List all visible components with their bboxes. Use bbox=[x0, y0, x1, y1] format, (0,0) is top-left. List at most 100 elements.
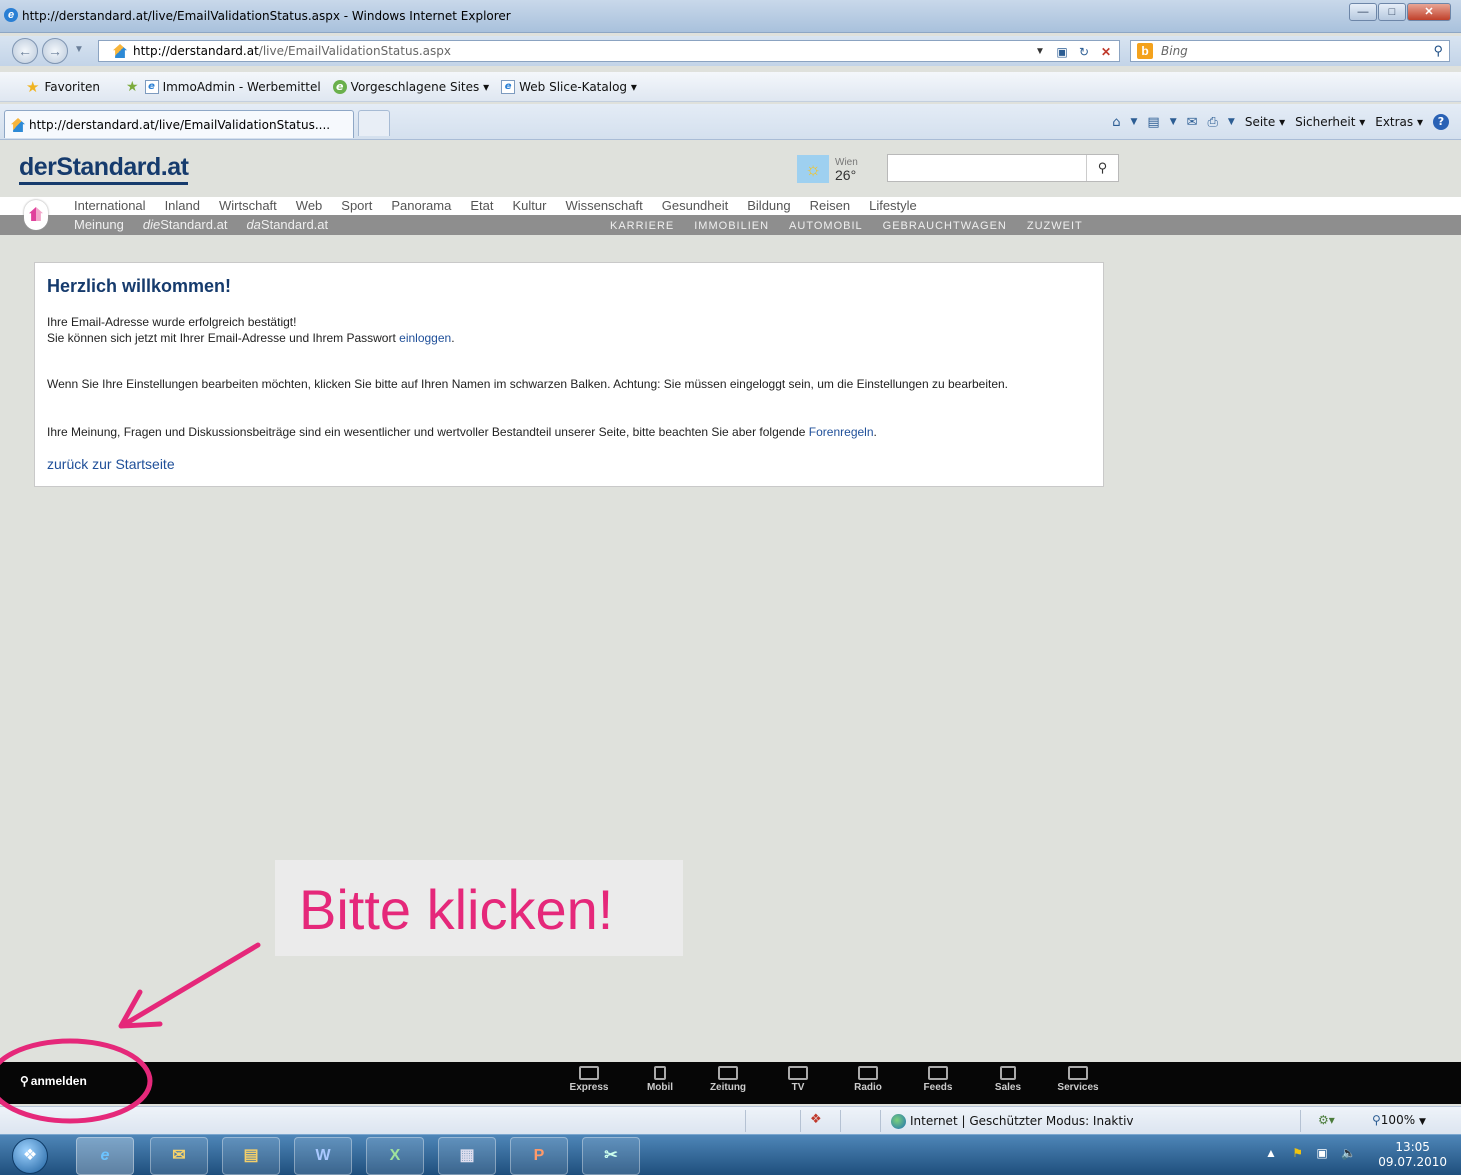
history-dropdown-icon[interactable]: ▼ bbox=[74, 44, 84, 55]
internet-zone-icon bbox=[891, 1114, 906, 1129]
bing-search-box[interactable]: b Bing ⚲ bbox=[1130, 40, 1450, 62]
feeds-icon[interactable]: ▤ bbox=[1147, 115, 1159, 130]
back-to-home-link[interactable]: zurück zur Startseite bbox=[47, 456, 175, 472]
taskbar-snipping-tool[interactable]: ✂ bbox=[582, 1137, 640, 1175]
favorite-item-immoadmin[interactable]: e ImmoAdmin - Werbemittel bbox=[144, 79, 321, 94]
forum-rules-hint: Ihre Meinung, Fragen und Diskussionsbeit… bbox=[47, 425, 877, 439]
nav-web[interactable]: Web bbox=[296, 198, 323, 213]
mail-icon[interactable]: ✉ bbox=[1187, 115, 1198, 130]
nav-meinung[interactable]: Meinung bbox=[74, 217, 124, 232]
address-row: ← → ▼ http://derstandard.at/live/EmailVa… bbox=[0, 36, 1461, 66]
taskbar-excel[interactable]: X bbox=[366, 1137, 424, 1175]
nav-wissenschaft[interactable]: Wissenschaft bbox=[565, 198, 642, 213]
nav-lifestyle[interactable]: Lifestyle bbox=[869, 198, 917, 213]
home-dropdown-icon[interactable]: ▼ bbox=[1130, 117, 1137, 127]
address-dropdown-icon[interactable]: ▼ bbox=[1031, 43, 1049, 61]
site-favicon-icon bbox=[113, 44, 127, 58]
status-divider bbox=[745, 1110, 746, 1132]
minimize-button[interactable]: — bbox=[1349, 3, 1377, 21]
add-favorite-icon[interactable]: ★ bbox=[126, 79, 139, 95]
taskbar-outlook[interactable]: ✉ bbox=[150, 1137, 208, 1175]
favorites-star-icon: ★ bbox=[26, 77, 40, 96]
nav-karriere[interactable]: KARRIERE bbox=[610, 220, 674, 232]
popup-blocker-icon[interactable]: ❖ bbox=[810, 1112, 822, 1127]
nav-zuzweit[interactable]: ZUZWEIT bbox=[1027, 220, 1083, 232]
print-dropdown-icon[interactable]: ▼ bbox=[1228, 117, 1235, 127]
action-center-icon[interactable]: ⚑ bbox=[1292, 1146, 1303, 1160]
nav-automobil[interactable]: AUTOMOBIL bbox=[789, 220, 863, 232]
bottom-item-tv[interactable]: TV bbox=[771, 1066, 825, 1093]
tab-derstandard[interactable]: http://derstandard.at/live/EmailValidati… bbox=[4, 110, 354, 138]
taskbar-word[interactable]: W bbox=[294, 1137, 352, 1175]
nav-panorama[interactable]: Panorama bbox=[391, 198, 451, 213]
favorite-item-suggested-sites[interactable]: e Vorgeschlagene Sites ▾ bbox=[332, 79, 489, 94]
bottom-item-zeitung[interactable]: Zeitung bbox=[701, 1066, 755, 1093]
feeds-dropdown-icon[interactable]: ▼ bbox=[1170, 117, 1177, 127]
refresh-icon[interactable]: ↻ bbox=[1075, 43, 1093, 61]
bottom-item-express[interactable]: Express bbox=[562, 1066, 616, 1093]
network-icon[interactable]: ▣ bbox=[1316, 1146, 1327, 1160]
search-icon: ⚲ bbox=[1097, 160, 1108, 175]
nav-diestandard[interactable]: dieStandard.at bbox=[143, 217, 228, 232]
bottom-item-radio[interactable]: Radio bbox=[841, 1066, 895, 1093]
address-bar[interactable]: http://derstandard.at/live/EmailValidati… bbox=[98, 40, 1120, 62]
start-button[interactable]: ❖ bbox=[12, 1138, 48, 1174]
forum-rules-link[interactable]: Forenregeln bbox=[809, 425, 874, 439]
login-link[interactable]: einloggen bbox=[399, 331, 451, 345]
close-window-button[interactable]: ✕ bbox=[1407, 3, 1451, 21]
taskbar-calculator[interactable]: ▦ bbox=[438, 1137, 496, 1175]
home-icon[interactable]: ⌂ bbox=[1112, 115, 1120, 130]
site-search-input[interactable]: ⚲ bbox=[887, 154, 1119, 182]
nav-kultur[interactable]: Kultur bbox=[512, 198, 546, 213]
compatibility-view-icon[interactable]: ▣ bbox=[1053, 43, 1071, 61]
stop-icon[interactable]: ✕ bbox=[1097, 43, 1115, 61]
bottom-item-sales[interactable]: Sales bbox=[981, 1066, 1035, 1093]
forward-button[interactable]: → bbox=[42, 38, 68, 64]
nav-international[interactable]: International bbox=[74, 198, 146, 213]
print-icon[interactable]: ⎙ bbox=[1208, 115, 1218, 130]
nav-inland[interactable]: Inland bbox=[165, 198, 200, 213]
bottom-item-feeds[interactable]: Feeds bbox=[911, 1066, 965, 1093]
back-button[interactable]: ← bbox=[12, 38, 38, 64]
taskbar-explorer[interactable]: ▤ bbox=[222, 1137, 280, 1175]
zoom-level[interactable]: ⚲100% ▼ bbox=[1372, 1113, 1426, 1127]
internet-explorer-icon: e bbox=[100, 1147, 110, 1164]
nav-immobilien[interactable]: IMMOBILIEN bbox=[694, 220, 769, 232]
volume-muted-icon[interactable]: 🔈 bbox=[1341, 1146, 1356, 1160]
bottom-item-services[interactable]: Services bbox=[1051, 1066, 1105, 1093]
security-zone-text[interactable]: Internet | Geschützter Modus: Inaktiv bbox=[910, 1114, 1134, 1128]
mobile-icon bbox=[654, 1066, 666, 1080]
nav-gesundheit[interactable]: Gesundheit bbox=[662, 198, 729, 213]
nav-wirtschaft[interactable]: Wirtschaft bbox=[219, 198, 277, 213]
site-search-button[interactable]: ⚲ bbox=[1086, 155, 1118, 181]
help-icon[interactable]: ? bbox=[1433, 114, 1449, 130]
favorite-item-web-slice[interactable]: e Web Slice-Katalog ▾ bbox=[501, 79, 637, 94]
nav-etat[interactable]: Etat bbox=[470, 198, 493, 213]
bottom-item-mobil[interactable]: Mobil bbox=[633, 1066, 687, 1093]
tools-menu[interactable]: Extras ▾ bbox=[1375, 115, 1423, 129]
protected-mode-icon[interactable]: ⚙▾ bbox=[1318, 1113, 1335, 1127]
home-button[interactable] bbox=[24, 200, 48, 230]
new-tab-button[interactable] bbox=[358, 110, 390, 136]
taskbar-internet-explorer[interactable]: e bbox=[76, 1137, 134, 1175]
nav-sport[interactable]: Sport bbox=[341, 198, 372, 213]
ie-logo-icon: e bbox=[4, 8, 18, 22]
tray-expand-icon[interactable]: ▲ bbox=[1265, 1146, 1277, 1160]
nav-gebrauchtwagen[interactable]: GEBRAUCHTWAGEN bbox=[883, 220, 1007, 232]
maximize-button[interactable]: □ bbox=[1378, 3, 1406, 21]
folder-icon: ▤ bbox=[243, 1147, 259, 1164]
nav-dastandard[interactable]: daStandard.at bbox=[246, 217, 328, 232]
favorites-button[interactable]: ★ Favoriten bbox=[26, 78, 100, 96]
taskbar-clock[interactable]: 13:05 09.07.2010 bbox=[1378, 1140, 1447, 1170]
taskbar-powerpoint[interactable]: P bbox=[510, 1137, 568, 1175]
nav-reisen[interactable]: Reisen bbox=[810, 198, 850, 213]
page-content: derStandard.at ☼ Wien 26° ⚲ Internationa… bbox=[0, 142, 1461, 1062]
page-menu[interactable]: Seite ▾ bbox=[1245, 115, 1285, 129]
nav-bildung[interactable]: Bildung bbox=[747, 198, 790, 213]
security-menu[interactable]: Sicherheit ▾ bbox=[1295, 115, 1365, 129]
search-icon[interactable]: ⚲ bbox=[1433, 43, 1443, 59]
site-logo[interactable]: derStandard.at bbox=[19, 152, 189, 185]
weather-widget[interactable]: ☼ Wien 26° bbox=[797, 154, 858, 184]
login-button[interactable]: ⚲ anmelden bbox=[20, 1074, 87, 1088]
express-icon bbox=[579, 1066, 599, 1080]
